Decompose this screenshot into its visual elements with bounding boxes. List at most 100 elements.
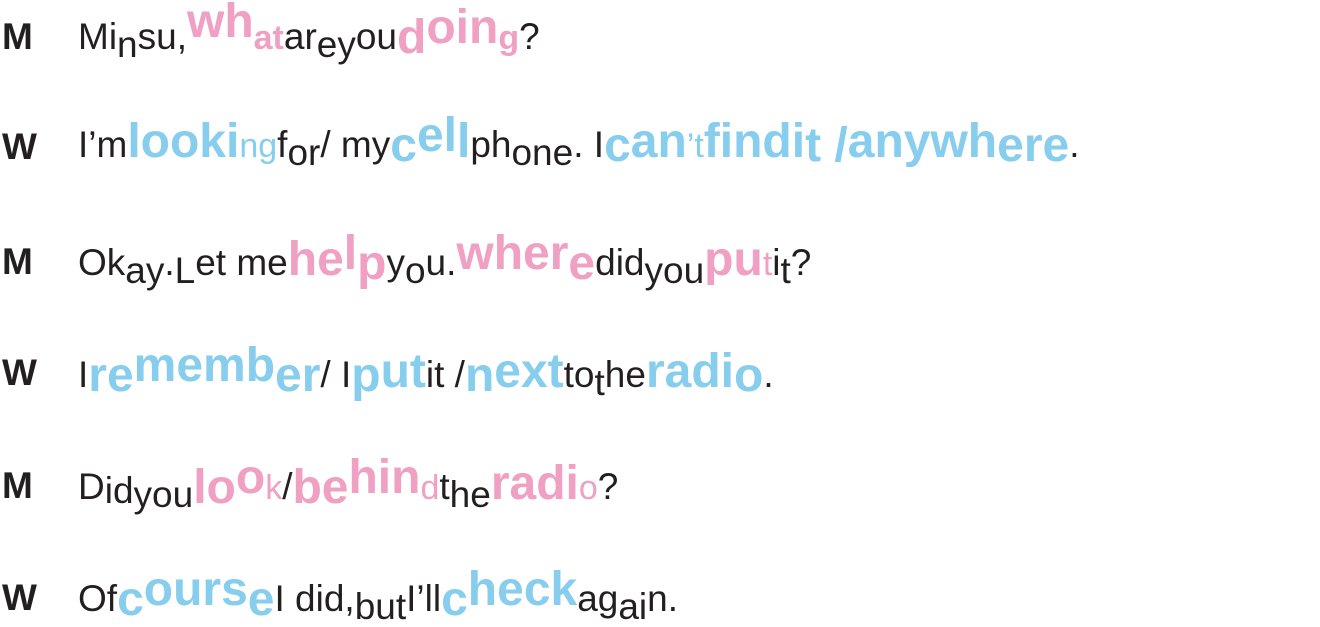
line-segment: oin [426,1,499,54]
line-segment: / my [320,124,391,165]
line-segment: n. [647,578,679,619]
line-segment: radi [645,345,734,398]
line-segment: y [337,24,356,65]
speaker-label: M [2,465,33,506]
line-segment: u. [425,242,457,283]
line-segment: ? [597,466,619,507]
line-segment: o [235,451,266,504]
line-segment: ph [470,124,512,165]
line-segment: Mi [78,16,118,57]
line-segment: he [449,474,491,515]
line-segment: k [265,469,283,507]
line-segment: . [763,354,774,395]
line-segment: l [343,227,358,280]
line-segment: Of [78,578,118,619]
speaker-label: W [2,126,37,167]
line-segment: l [456,115,471,168]
line-segment: ’t [686,127,704,165]
line-segment: pu [704,233,763,286]
line-segment: et me [195,242,288,283]
line-segment: / [282,466,293,507]
line-segment: I did, [274,578,355,619]
line-segment: anywh [847,115,998,168]
line-segment: ut [380,345,426,398]
line-segment: p [351,349,381,402]
line-segment: be [292,461,349,514]
line-segment: t [594,362,605,403]
line-segment: I’m [78,124,128,165]
line-segment: ar [283,16,317,57]
line-segment: wher [456,227,569,280]
line-segment: looki [127,115,240,168]
line-segment: D [78,466,105,507]
dialogue-line: Did you look / behind the radio? [78,454,619,514]
line-segment: el [416,109,457,162]
line-segment: y [386,242,405,283]
line-segment: I [78,354,89,395]
line-segment: g [498,19,520,57]
dialogue-line: Of course I did, but I’ll check again. [78,566,679,626]
line-segment: L [174,250,196,291]
line-segment: lo [193,461,236,514]
line-segment: one [511,132,574,173]
line-segment: ou [355,16,398,57]
line-segment: c [441,573,468,626]
line-segment: o [733,349,764,402]
line-segment: ag [577,578,619,619]
line-segment: e [568,237,596,290]
line-segment: d [420,469,440,507]
line-segment: to [563,354,595,395]
line-segment: . [1069,124,1080,165]
line-segment: Ok [78,242,126,283]
line-segment: but [354,586,407,627]
line-segment: at [253,19,284,57]
line-segment: an [630,115,687,168]
line-segment: . [164,242,175,283]
line-segment: t [439,466,450,507]
speaker-label: W [2,577,37,618]
line-segment: hin [348,451,421,504]
line-segment: re [88,349,134,402]
dialogue-line: I’m looking for / my cell phone. I can’t… [78,112,1080,172]
line-segment: i [772,242,781,283]
line-segment: ? [519,16,540,57]
line-segment: did [595,242,645,283]
line-segment: he [287,233,344,286]
line-segment: you [133,474,194,515]
line-segment: ay [125,250,165,291]
line-segment: f [277,124,288,165]
line-segment: d [397,11,427,64]
dialogue-line: Okay. Let me help you. where did you put… [78,230,812,290]
line-segment: find [703,115,792,168]
line-segment: radi [490,457,579,510]
line-segment: heck [467,563,578,616]
line-segment: t [780,250,791,291]
line-segment: er [275,349,321,402]
speaker-label: W [2,352,37,393]
dialogue-line: Minsu, what are you doing? [78,0,540,63]
line-segment: c [390,119,417,172]
line-segment: t [762,245,773,283]
line-segment: e [247,573,275,626]
speaker-label: M [2,16,33,57]
line-segment: wh [186,0,254,48]
line-segment: you [644,250,705,291]
line-segment: p [357,237,387,290]
line-segment: ? [790,242,812,283]
line-segment: ours [143,563,248,616]
line-segment: id [104,470,134,511]
line-segment: n [464,349,495,402]
speaker-label: M [2,241,33,282]
line-segment: ext [494,345,564,398]
line-segment: c [604,119,631,172]
dialogue-line: I remember / I put it / next to the radi… [78,342,774,402]
line-segment: su, [137,16,187,57]
line-segment: c [117,573,144,626]
line-segment: ng [239,127,278,165]
line-segment: it / [425,354,465,395]
line-segment: I’ll [406,578,442,619]
line-segment: t / [805,119,848,172]
line-segment: o [578,469,598,507]
line-segment: or [287,132,321,173]
line-segment: he [604,354,646,395]
